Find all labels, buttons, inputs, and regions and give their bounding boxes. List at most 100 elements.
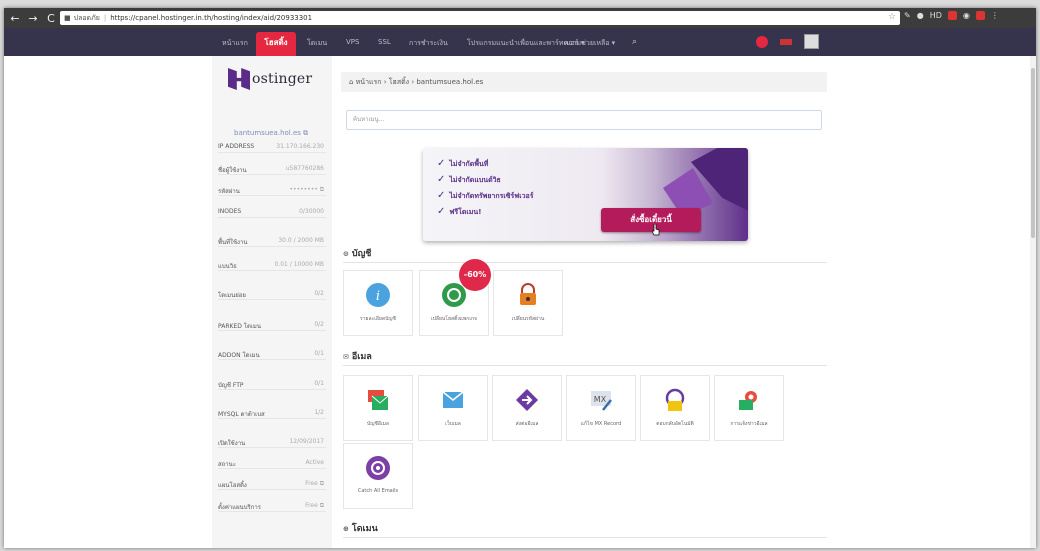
stat-label: ตั้งค่าแผนบริการ [218, 504, 261, 511]
sidebar-stat-row: MYSQL ดาต้าเบส 1/2 [218, 409, 328, 419]
sidebar-stat-row: แบนวิธ 0.01 / 10000 MB [218, 261, 328, 271]
user-avatar[interactable] [804, 34, 819, 49]
nav-home[interactable]: หน้าแรก [222, 38, 248, 49]
buy-now-button[interactable]: สั่งซื้อเดี๋ยวนี้ [601, 208, 701, 232]
scrollbar-thumb[interactable] [1031, 68, 1035, 238]
autoresponder-tile[interactable]: ตอบกลับอัตโนมัติ [640, 375, 710, 441]
banner-line: ✓ ไม่จำกัดแบนด์วิธ [437, 174, 501, 185]
record-extension-icon[interactable] [947, 11, 957, 20]
url-text: https://cpanel.hostinger.in.th/hosting/i… [110, 14, 313, 22]
autoresponder-icon [663, 388, 687, 412]
hd-extension-icon[interactable]: HD [930, 11, 942, 20]
forward-icon[interactable]: → [26, 12, 40, 25]
stat-label: บัญชี FTP [218, 382, 244, 389]
extension-icon[interactable]: ● [917, 11, 924, 20]
tile-label: บัญชีอีเมล [367, 421, 389, 427]
stat-label: แผนโฮสติ้ง [218, 482, 247, 489]
email-forwarders-tile[interactable]: ส่งต่ออีเมล [492, 375, 562, 441]
tile-label: รายละเอียดบัญชี [360, 316, 396, 322]
menu-icon[interactable]: ⋮ [991, 11, 999, 20]
banner-line: ✓ ฟรีโดเมน! [437, 206, 482, 217]
webmail-tile[interactable]: เว็บเมล [418, 375, 488, 441]
breadcrumb-separator: › [411, 78, 415, 86]
address-bar[interactable]: ■ ปลอดภัย | https://cpanel.hostinger.in.… [60, 11, 900, 25]
row-divider [218, 389, 326, 390]
stat-value: 0/30000 [299, 208, 324, 215]
menu-search-input[interactable]: ค้นหาเมนู... [346, 110, 822, 130]
tile-label: แก้ไข MX Record [580, 421, 622, 427]
sidebar-stat-row: IP ADDRESS 31.170.166.230 [218, 143, 328, 153]
stat-value: 0/2 [314, 290, 324, 297]
nav-domain[interactable]: โดเมน [307, 38, 327, 49]
reload-icon[interactable]: C [44, 12, 58, 25]
language-flag-icon[interactable] [780, 39, 792, 45]
hand-cursor-icon [652, 224, 660, 236]
row-divider [218, 217, 326, 218]
stat-label: ADDON โดเมน [218, 352, 260, 359]
stat-value: 0.01 / 10000 MB [274, 261, 324, 268]
stat-value: 1/2 [314, 409, 324, 416]
stat-label: INODES [218, 208, 242, 215]
discount-badge: -60% [459, 259, 491, 291]
nav-ssl[interactable]: SSL [378, 38, 391, 46]
stat-label: ชื่อผู้ใช้งาน [218, 167, 247, 174]
stat-value: 0/1 [314, 380, 324, 387]
promo-banner[interactable]: ✓ ไม่จำกัดพื้นที่ ✓ ไม่จำกัดแบนด์วิธ ✓ ไม่จ… [423, 148, 748, 241]
pen-extension-icon[interactable]: ✎ [904, 11, 911, 20]
email-accounts-tile[interactable]: บัญชีอีเมล [343, 375, 413, 441]
pdf-extension-icon[interactable] [975, 11, 985, 20]
change-password-tile[interactable]: เปลี่ยนรหัสผ่าน [493, 270, 563, 336]
sidebar-stat-row: PARKED โดเมน 0/2 [218, 321, 328, 331]
sidebar-stat-row: แผนโฮสติ้ง Free ⧉ [218, 480, 328, 490]
stat-value: 0/2 [314, 321, 324, 328]
sidebar-stat-row: ADDON โดเมน 0/1 [218, 350, 328, 360]
nav-hosting-active[interactable]: โฮสติ้ง [256, 32, 296, 60]
catch-all-tile[interactable]: Catch All Emails [343, 443, 413, 509]
mx-record-tile[interactable]: MX แก้ไข MX Record [566, 375, 636, 441]
row-divider [218, 330, 326, 331]
svg-text:MX: MX [594, 395, 607, 404]
section-divider [343, 365, 827, 366]
hostinger-logo[interactable]: ostinger [228, 66, 324, 92]
back-icon[interactable]: ← [8, 12, 22, 25]
nav-billing[interactable]: การชำระเงิน [409, 38, 448, 49]
tile-label: ส่งต่ออีเมล [515, 421, 539, 427]
tile-label: เปลี่ยนโฮสติ้งแพกเกจ [431, 316, 477, 322]
sidebar-stat-row: เปิดใช้งาน 12/09/2017 [218, 438, 328, 448]
row-divider [218, 359, 326, 360]
stat-value: u587760286 [285, 165, 324, 172]
stat-value: 0/1 [314, 350, 324, 357]
chrome-extension-icon[interactable]: ◉ [963, 11, 970, 20]
tile-label: เว็บเมล [445, 421, 461, 427]
stat-label: สถานะ [218, 461, 236, 468]
breadcrumb-current: bantumsuea.hol.es [416, 78, 484, 86]
nav-vps[interactable]: VPS [346, 38, 359, 46]
stat-value: 12/09/2017 [289, 438, 324, 445]
domains-section-title: ⊕ โดเมน [343, 524, 378, 534]
breadcrumb-hosting[interactable]: โฮสติ้ง [389, 78, 409, 86]
site-navbar: หน้าแรก โฮสติ้ง โดเมน VPS SSL การชำระเงิ… [4, 28, 1036, 60]
sidebar-stat-row: สถานะ Active [218, 459, 328, 469]
account-details-tile[interactable]: i รายละเอียดบัญชี [343, 270, 413, 336]
search-icon[interactable]: ⌕ [632, 37, 637, 47]
stat-label: โดเมนย่อย [218, 292, 246, 299]
breadcrumb-separator: › [383, 78, 387, 86]
hostinger-h-icon [228, 68, 250, 90]
nav-help[interactable]: ความช่วยเหลือ ▾ [564, 38, 615, 49]
stat-value: •••••••• ⧉ [289, 186, 324, 193]
stat-value: 30.0 / 2000 MB [278, 237, 324, 244]
upgrade-icon [442, 283, 466, 307]
notification-icon[interactable] [756, 36, 768, 48]
tile-label: Catch All Emails [357, 488, 399, 494]
breadcrumb-home[interactable]: หน้าแรก [356, 78, 382, 86]
sidebar-stat-row: ชื่อผู้ใช้งาน u587760286 [218, 165, 328, 175]
bookmark-star-icon[interactable]: ☆ [888, 12, 896, 22]
section-divider [343, 537, 827, 538]
catch-all-icon [366, 456, 390, 480]
email-alerts-tile[interactable]: การแจ้งข่าวอีเมล [714, 375, 784, 441]
hosting-sidebar: ostinger bantumsuea.hol.es ⧉ IP ADDRESS 3… [212, 56, 332, 548]
stat-value: 31.170.166.230 [276, 143, 324, 150]
banner-line: ✓ ไม่จำกัดทรัพยากรเซิร์ฟเวอร์ [437, 190, 534, 201]
row-divider [218, 174, 326, 175]
domain-link[interactable]: bantumsuea.hol.es ⧉ [234, 129, 308, 138]
